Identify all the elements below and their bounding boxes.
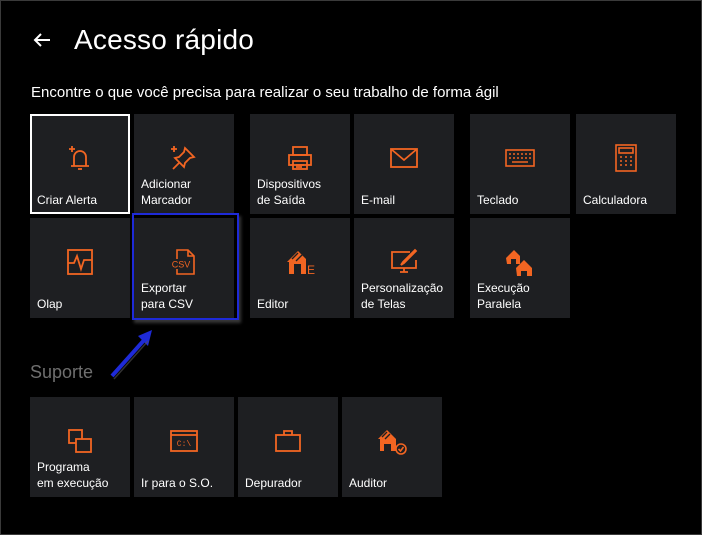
tile-exportar-csv[interactable]: CSV Exportar para CSV bbox=[134, 218, 234, 318]
page-title: Acesso rápido bbox=[74, 24, 255, 55]
tile-label: Exportar para CSV bbox=[141, 281, 194, 311]
tile-teclado[interactable]: Teclado bbox=[470, 114, 570, 214]
tile-auditor[interactable]: Auditor bbox=[342, 397, 442, 497]
tile-label: Programa em execução bbox=[37, 460, 109, 490]
editor-icon-text: E bbox=[307, 263, 315, 277]
auditor-icon bbox=[376, 425, 408, 457]
parallel-icon bbox=[504, 246, 536, 278]
tile-label: Dispositivos de Saída bbox=[257, 177, 322, 207]
tile-programa-execucao[interactable]: Programa em execução bbox=[30, 397, 130, 497]
tile-label: Personalização de Telas bbox=[361, 281, 444, 311]
tile-label: Criar Alerta bbox=[37, 193, 98, 207]
tile-label: Teclado bbox=[477, 193, 519, 207]
tile-label: Auditor bbox=[349, 476, 388, 490]
tile-adicionar-marcador[interactable]: Adicionar Marcador bbox=[134, 114, 234, 214]
tile-olap[interactable]: Olap bbox=[30, 218, 130, 318]
back-arrow-icon[interactable] bbox=[30, 28, 54, 52]
envelope-icon bbox=[388, 142, 420, 174]
editor-icon: E bbox=[284, 246, 316, 278]
tile-label: Execução Paralela bbox=[477, 281, 530, 311]
chart-icon bbox=[64, 246, 96, 278]
tile-label: Depurador bbox=[245, 476, 302, 490]
tile-label: Adicionar Marcador bbox=[141, 177, 192, 207]
tile-editor[interactable]: E Editor bbox=[250, 218, 350, 318]
tile-label: E-mail bbox=[361, 193, 396, 207]
tile-execucao-paralela[interactable]: Execução Paralela bbox=[470, 218, 570, 318]
tile-label: Editor bbox=[257, 297, 289, 311]
tile-personalizacao[interactable]: Personalização de Telas bbox=[354, 218, 454, 318]
csv-file-icon: CSV bbox=[168, 246, 200, 278]
keyboard-icon bbox=[504, 142, 536, 174]
printer-icon bbox=[284, 142, 316, 174]
tile-calculadora[interactable]: Calculadora bbox=[576, 114, 676, 214]
windows-icon bbox=[64, 425, 96, 457]
csv-icon-text: CSV bbox=[172, 260, 191, 270]
calculator-icon bbox=[610, 142, 642, 174]
tile-label: Olap bbox=[37, 297, 63, 311]
bell-plus-icon bbox=[64, 142, 96, 174]
pin-plus-icon bbox=[168, 142, 200, 174]
tile-ir-para-so[interactable]: C:\ Ir para o S.O. bbox=[134, 397, 234, 497]
page-subtitle: Encontre o que você precisa para realiza… bbox=[31, 84, 499, 101]
tile-depurador[interactable]: Depurador bbox=[238, 397, 338, 497]
tile-label: Ir para o S.O. bbox=[141, 476, 214, 490]
tile-email[interactable]: E-mail bbox=[354, 114, 454, 214]
section-title-suporte: Suporte bbox=[30, 362, 94, 382]
screen-pen-icon bbox=[388, 246, 420, 278]
tile-label: Calculadora bbox=[583, 193, 648, 207]
tile-criar-alerta[interactable]: Criar Alerta bbox=[30, 114, 130, 214]
tile-dispositivos-saida[interactable]: Dispositivos de Saída bbox=[250, 114, 350, 214]
terminal-icon-text: C:\ bbox=[177, 440, 192, 449]
terminal-icon: C:\ bbox=[168, 425, 200, 457]
briefcase-icon bbox=[272, 425, 304, 457]
